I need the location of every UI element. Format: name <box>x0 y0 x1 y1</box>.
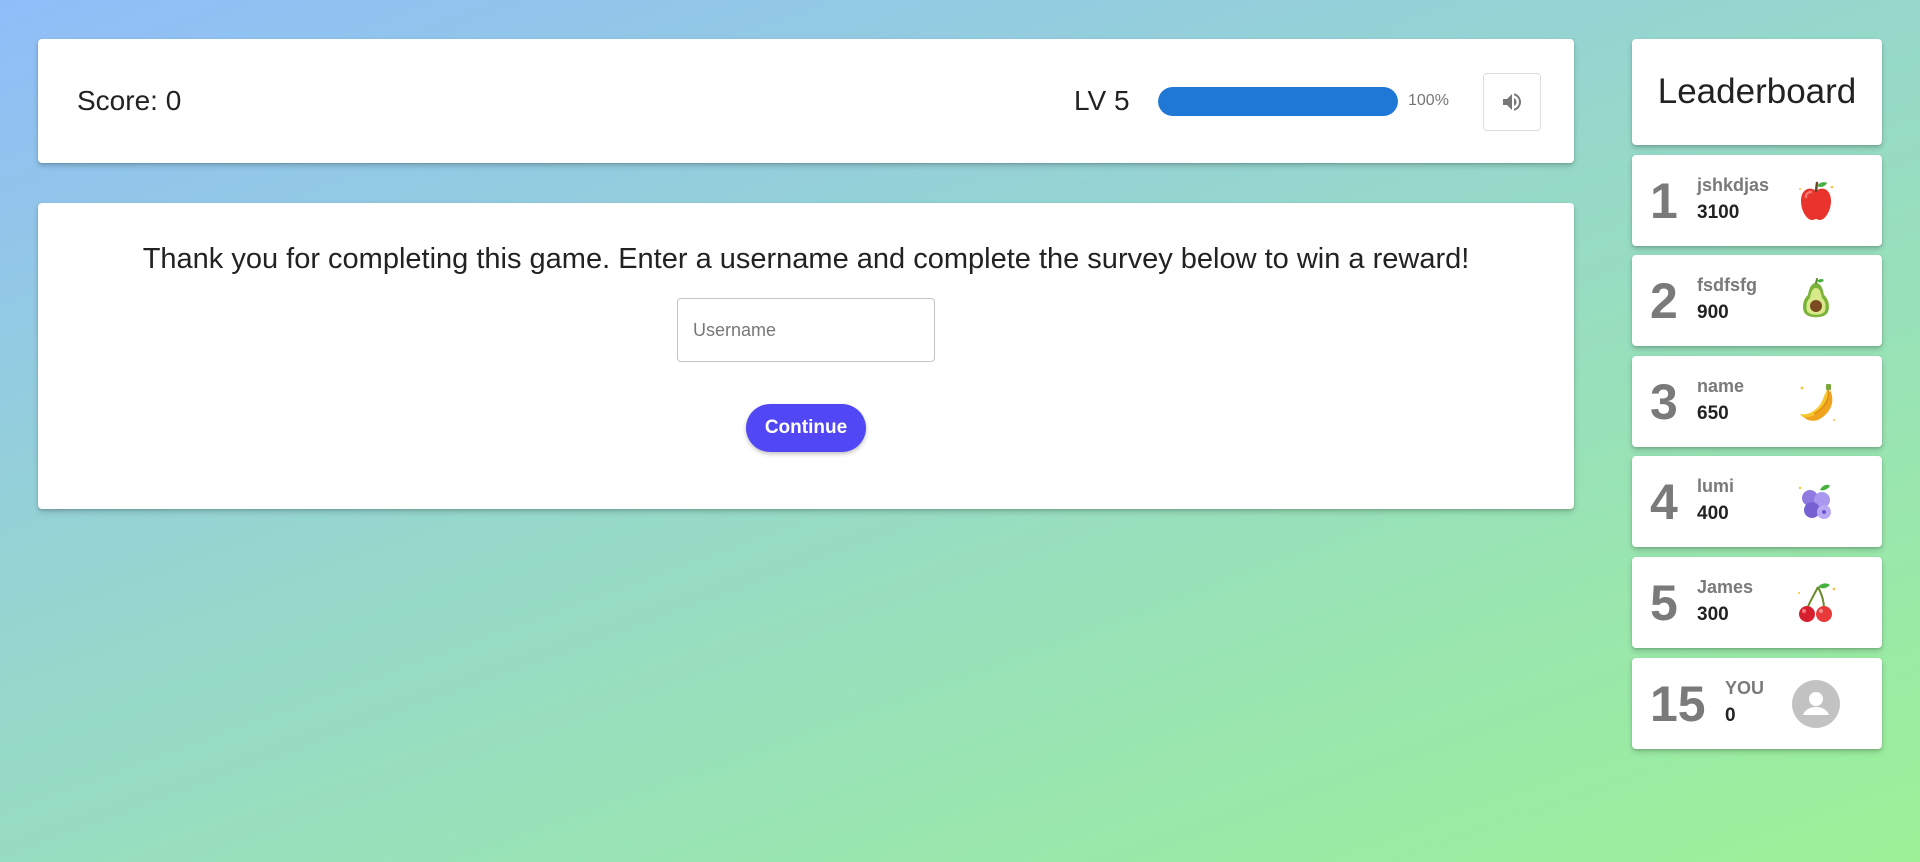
score-display: Score: 0 <box>77 85 182 116</box>
leaderboard-entry: 3 name 650 <box>1632 356 1882 447</box>
game-status-bar: Score: 0 LV 5 100% <box>38 39 1574 163</box>
leaderboard-entry: 1 jshkdjas 3100 <box>1632 155 1882 246</box>
continue-button[interactable]: Continue <box>746 404 866 452</box>
entry-score: 300 <box>1697 604 1729 625</box>
entry-rank: 15 <box>1650 675 1706 732</box>
entry-score: 3100 <box>1697 202 1740 223</box>
level-display: LV 5 <box>1074 85 1130 116</box>
leaderboard-entry: 4 lumi 400 <box>1632 456 1882 547</box>
entry-name: jshkdjas <box>1697 175 1770 195</box>
entry-score: 650 <box>1697 403 1729 424</box>
entry-name: James <box>1697 577 1754 597</box>
entry-name: YOU <box>1725 678 1765 698</box>
apple-icon <box>1790 175 1842 227</box>
cherries-icon <box>1790 577 1842 629</box>
entry-name: fsdfsfg <box>1697 275 1757 295</box>
username-input[interactable] <box>677 298 935 362</box>
leaderboard-entry: 5 James 300 <box>1632 557 1882 648</box>
entry-rank: 3 <box>1650 373 1678 430</box>
blueberries-icon <box>1790 476 1842 528</box>
entry-name: name <box>1697 376 1745 396</box>
leaderboard-you-entry: 15 YOU 0 <box>1632 658 1882 749</box>
sound-toggle-button[interactable] <box>1483 73 1541 131</box>
user-avatar-icon <box>1790 678 1842 730</box>
leaderboard-entry: 2 fsdfsfg 900 <box>1632 255 1882 346</box>
banana-icon <box>1790 376 1842 428</box>
entry-rank: 4 <box>1650 473 1678 530</box>
leaderboard-title: Leaderboard <box>1657 72 1857 111</box>
leaderboard-header: Leaderboard <box>1632 39 1882 145</box>
entry-score: 0 <box>1725 705 1736 726</box>
avocado-icon <box>1790 275 1842 327</box>
entry-score: 400 <box>1697 503 1729 524</box>
entry-rank: 5 <box>1650 574 1678 631</box>
entry-score: 900 <box>1697 302 1729 323</box>
level-progress-fill <box>1158 87 1398 116</box>
volume-up-icon <box>1503 93 1521 111</box>
level-progress-bar <box>1158 87 1398 116</box>
entry-name: lumi <box>1697 476 1735 496</box>
entry-rank: 2 <box>1650 272 1678 329</box>
entry-rank: 1 <box>1650 172 1678 229</box>
completion-message: Thank you for completing this game. Ente… <box>142 243 1470 275</box>
level-progress-text: 100% <box>1408 92 1449 109</box>
